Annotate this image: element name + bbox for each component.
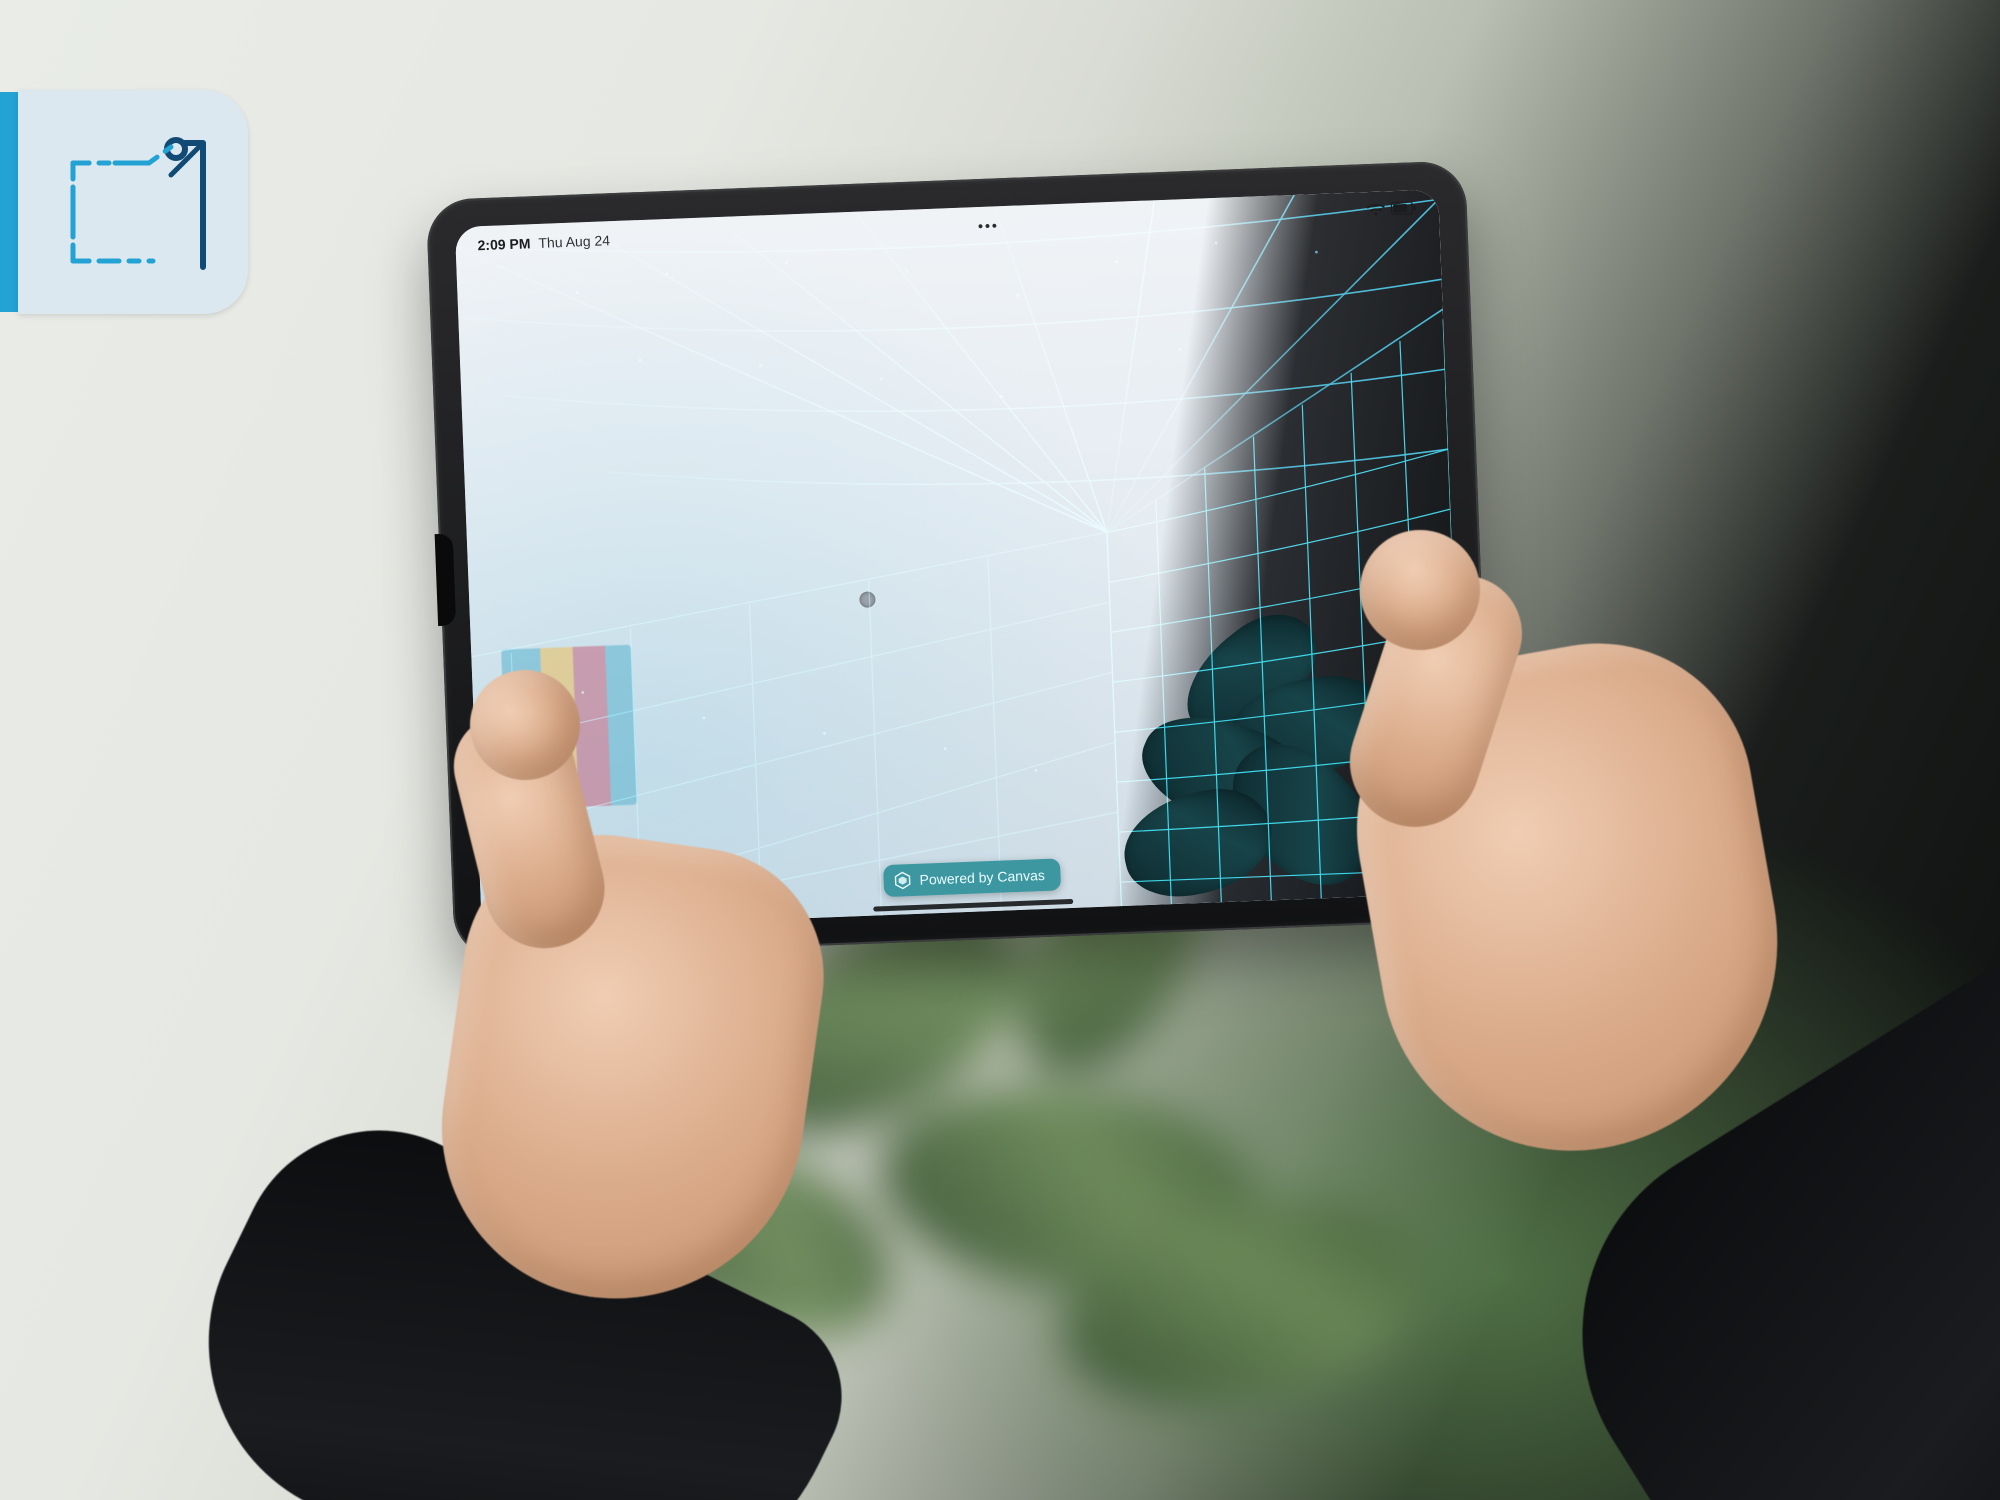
app-badge [18, 90, 248, 314]
camera-notch [435, 533, 457, 626]
right-hand [1330, 520, 2000, 1420]
powered-by-label: Powered by Canvas [919, 867, 1045, 888]
multitask-dots-icon[interactable]: ••• [978, 217, 999, 234]
scan-corner-icon [53, 127, 213, 277]
badge-accent-tab [0, 92, 18, 312]
status-right-cluster [1367, 201, 1418, 220]
photo-scene: 2:09 PM Thu Aug 24 ••• Cancel Done [0, 0, 2000, 1500]
canvas-logo-icon [893, 871, 912, 890]
status-date: Thu Aug 24 [538, 232, 610, 251]
status-time: 2:09 PM [477, 235, 530, 253]
wifi-icon [1367, 202, 1386, 220]
powered-by-pill[interactable]: Powered by Canvas [883, 858, 1061, 897]
left-hand [320, 640, 840, 1360]
battery-icon [1391, 201, 1418, 218]
